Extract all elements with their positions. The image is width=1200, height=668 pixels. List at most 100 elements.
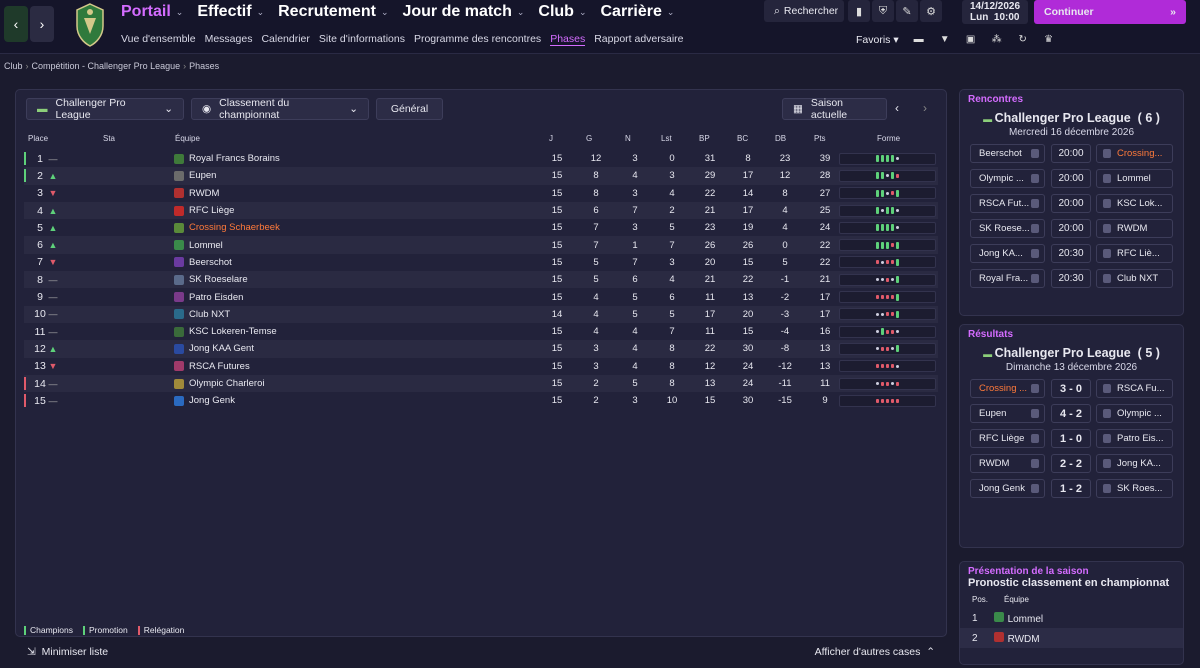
result-row[interactable]: Crossing ... 3 - 0 RSCA Fu... xyxy=(960,379,1183,399)
gear-icon[interactable]: ⚙ xyxy=(920,0,942,22)
next-season-icon[interactable]: › xyxy=(923,101,927,115)
header-lst[interactable]: Lst xyxy=(661,134,672,143)
fixture-row[interactable]: Jong KA... 20:30 RFC Liè... xyxy=(960,244,1183,264)
home-team[interactable]: Crossing ... xyxy=(970,379,1045,398)
search-button[interactable]: ⌕ Rechercher xyxy=(764,0,844,22)
team-cell[interactable]: RFC Liège xyxy=(174,205,234,216)
away-team[interactable]: Patro Eis... xyxy=(1096,429,1173,448)
table-row[interactable]: 1 — Royal Francs Borains 15 12 3 0 31 8 23 39 xyxy=(24,150,938,167)
view-dropdown[interactable]: ◉ Classement du championnat ⌄ xyxy=(191,97,369,121)
result-row[interactable]: Eupen 4 - 2 Olympic ... xyxy=(960,404,1183,424)
home-team[interactable]: Royal Fra... xyxy=(970,269,1045,288)
competition-dropdown[interactable]: ▬ Challenger Pro League ⌄ xyxy=(26,97,184,121)
team-cell[interactable]: Club NXT xyxy=(174,309,230,320)
result-row[interactable]: Jong Genk 1 - 2 SK Roes... xyxy=(960,479,1183,499)
fixture-row[interactable]: SK Roese... 20:00 RWDM xyxy=(960,219,1183,239)
tactics-icon[interactable]: ⁂ xyxy=(991,34,1003,46)
subnav-item[interactable]: Calendrier xyxy=(261,33,309,46)
team-name[interactable]: Olympic Charleroi xyxy=(189,378,265,389)
away-team[interactable]: RWDM xyxy=(1096,219,1173,238)
refresh-icon[interactable]: ↻ xyxy=(1017,34,1029,46)
home-team[interactable]: Eupen xyxy=(970,404,1045,423)
favorites-button[interactable]: Favoris ▾ xyxy=(856,34,899,46)
header-g[interactable]: G xyxy=(586,134,592,143)
edit-icon[interactable]: ✎ xyxy=(896,0,918,22)
season-row[interactable]: 2 RWDM xyxy=(960,628,1183,648)
team-name[interactable]: Patro Eisden xyxy=(189,292,243,303)
trophy-icon[interactable]: ♛ xyxy=(1043,34,1055,46)
minimize-list-button[interactable]: ⇲ Minimiser liste xyxy=(27,646,108,658)
team-cell[interactable]: RSCA Futures xyxy=(174,361,250,372)
prev-season-icon[interactable]: ‹ xyxy=(895,101,899,115)
club-crest-icon[interactable] xyxy=(72,0,108,54)
menu-recrutement[interactable]: Recrutement ⌄ xyxy=(278,3,388,21)
shirt-icon[interactable]: ▼ xyxy=(939,34,951,46)
away-team[interactable]: RSCA Fu... xyxy=(1096,379,1173,398)
table-row[interactable]: 6 ▲ Lommel 15 7 1 7 26 26 0 22 xyxy=(24,236,938,254)
forward-button[interactable]: › xyxy=(30,6,54,42)
team-cell[interactable]: Jong KAA Gent xyxy=(174,343,254,354)
menu-jour-de-match[interactable]: Jour de match ⌄ xyxy=(402,3,524,21)
team-cell[interactable]: Jong Genk xyxy=(174,395,235,406)
team-name[interactable]: RFC Liège xyxy=(189,205,234,216)
menu-effectif[interactable]: Effectif ⌄ xyxy=(197,3,264,21)
away-team[interactable]: Lommel xyxy=(1096,169,1173,188)
chat-icon[interactable]: ▬ xyxy=(913,34,925,46)
team-cell[interactable]: Eupen xyxy=(174,170,216,181)
team-name[interactable]: RSCA Futures xyxy=(189,361,250,372)
breadcrumb-item[interactable]: Club xyxy=(4,61,23,71)
table-row[interactable]: 10— Club NXT 14 4 5 5 17 20 -3 17 xyxy=(24,305,938,323)
header-sta[interactable]: Sta xyxy=(103,134,115,143)
header-place[interactable]: Place xyxy=(28,134,48,143)
table-row[interactable]: 4 ▲ RFC Liège 15 6 7 2 21 17 4 25 xyxy=(24,201,938,220)
home-team[interactable]: Jong Genk xyxy=(970,479,1045,498)
result-row[interactable]: RFC Liège 1 - 0 Patro Eis... xyxy=(960,429,1183,449)
away-team[interactable]: KSC Lok... xyxy=(1096,194,1173,213)
away-team[interactable]: SK Roes... xyxy=(1096,479,1173,498)
team-name[interactable]: Beerschot xyxy=(189,257,232,268)
table-row[interactable]: 15— Jong Genk 15 2 3 10 15 30 -15 9 xyxy=(24,392,938,409)
team-name[interactable]: Royal Francs Borains xyxy=(189,153,280,164)
team-cell[interactable]: RWDM xyxy=(174,188,219,199)
team-name[interactable]: SK Roeselare xyxy=(189,274,248,285)
report-icon[interactable]: ▣ xyxy=(965,34,977,46)
fixture-row[interactable]: Beerschot 20:00 Crossing... xyxy=(960,144,1183,164)
game-date[interactable]: 14/12/2026 Lun 10:00 xyxy=(962,0,1028,24)
table-row[interactable]: 7 ▼ Beerschot 15 5 7 3 20 15 5 22 xyxy=(24,254,938,271)
subnav-item[interactable]: Vue d'ensemble xyxy=(121,33,196,46)
header-pts[interactable]: Pts xyxy=(814,134,826,143)
table-row[interactable]: 8 — SK Roeselare 15 5 6 4 21 22 -1 21 xyxy=(24,271,938,289)
subnav-item[interactable]: Site d'informations xyxy=(319,33,405,46)
club-icon[interactable]: ⛨ xyxy=(872,0,894,22)
menu-carrière[interactable]: Carrière ⌄ xyxy=(600,3,674,21)
back-button[interactable]: ‹ xyxy=(4,6,28,42)
home-team[interactable]: RSCA Fut... xyxy=(970,194,1045,213)
subnav-item[interactable]: Programme des rencontres xyxy=(414,33,541,46)
breadcrumb-item[interactable]: Phases xyxy=(189,61,219,71)
team-cell[interactable]: Olympic Charleroi xyxy=(174,378,265,389)
home-team[interactable]: Olympic ... xyxy=(970,169,1045,188)
away-team[interactable]: RFC Liè... xyxy=(1096,244,1173,263)
fixture-row[interactable]: Royal Fra... 20:30 Club NXT xyxy=(960,269,1183,289)
home-team[interactable]: RFC Liège xyxy=(970,429,1045,448)
team-cell[interactable]: Beerschot xyxy=(174,257,232,268)
result-row[interactable]: RWDM 2 - 2 Jong KA... xyxy=(960,454,1183,474)
team-name[interactable]: Club NXT xyxy=(189,309,230,320)
season-button[interactable]: ▦ Saison actuelle xyxy=(782,97,887,121)
team-name[interactable]: Crossing Schaerbeek xyxy=(189,222,280,233)
team-cell[interactable]: SK Roeselare xyxy=(174,274,248,285)
away-team[interactable]: Club NXT xyxy=(1096,269,1173,288)
subnav-item[interactable]: Messages xyxy=(205,33,253,46)
team-cell[interactable]: Lommel xyxy=(174,240,223,251)
header-db[interactable]: DB xyxy=(775,134,786,143)
notes-icon[interactable]: ▮ xyxy=(848,0,870,22)
header-n[interactable]: N xyxy=(625,134,631,143)
team-name[interactable]: RWDM xyxy=(189,188,219,199)
home-team[interactable]: Beerschot xyxy=(970,144,1045,163)
table-row[interactable]: 9 — Patro Eisden 15 4 5 6 11 13 -2 17 xyxy=(24,288,938,305)
header-form[interactable]: Forme xyxy=(877,134,900,143)
header-j[interactable]: J xyxy=(549,134,553,143)
away-team[interactable]: Olympic ... xyxy=(1096,404,1173,423)
table-row[interactable]: 5 ▲ Crossing Schaerbeek 15 7 3 5 23 19 4 24 xyxy=(24,219,938,236)
table-row[interactable]: 3 ▼ RWDM 15 8 3 4 22 14 8 27 xyxy=(24,185,938,202)
